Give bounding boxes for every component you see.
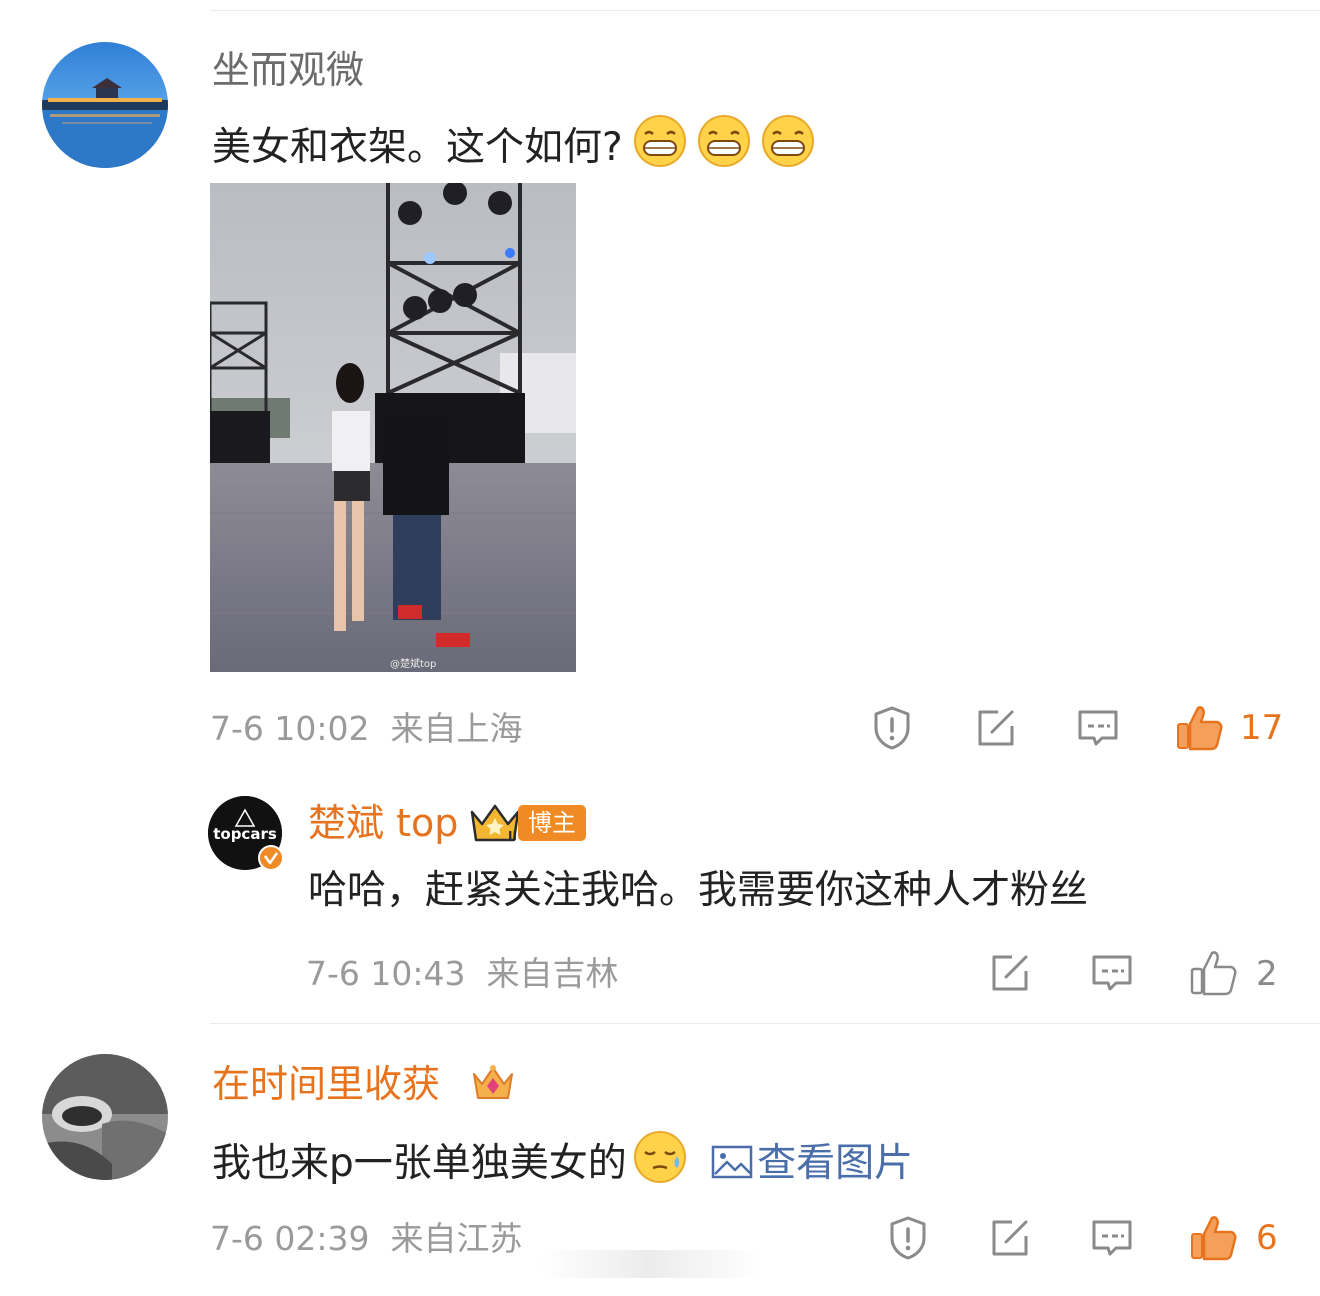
avatar-bw-photo <box>42 1054 168 1180</box>
username[interactable]: 楚斌 top <box>308 801 458 845</box>
comment-divider <box>210 1023 1320 1024</box>
sweat-emoji <box>633 1130 687 1184</box>
comment-text-content: 美女和衣架。这个如何? <box>212 125 623 170</box>
comment-time: 7-6 02:39 <box>210 1219 370 1258</box>
blogger-badge: 博主 <box>518 805 586 841</box>
like-count: 6 <box>1256 1218 1278 1258</box>
like-icon-active[interactable] <box>1188 1212 1240 1264</box>
image-watermark: @楚斌top <box>390 657 436 670</box>
grin-emoji <box>633 114 687 168</box>
repost-icon[interactable] <box>972 704 1020 752</box>
verified-icon <box>258 845 284 871</box>
reply-meta: 7-6 10:43 来自吉林 <box>306 954 618 994</box>
comment-icon[interactable] <box>1074 704 1122 752</box>
avatar-night-lake-image <box>42 42 168 168</box>
watermark-bar <box>540 1250 760 1278</box>
reply-text: 哈哈，赶紧关注我哈。我需要你这种人才粉丝 <box>308 868 1089 913</box>
comment-text: 我也来p一张单独美女的 查看图片 <box>212 1130 913 1187</box>
reply-location: 来自吉林 <box>486 954 619 993</box>
comment-time: 7-6 10:02 <box>210 709 370 748</box>
avatar-logo-text: topcars <box>213 825 277 843</box>
image-icon <box>711 1144 753 1180</box>
report-icon[interactable] <box>868 704 916 752</box>
fan-crown-icon <box>470 1060 516 1104</box>
comment-text-content: 我也来p一张单独美女的 <box>212 1141 627 1186</box>
comment-location: 来自上海 <box>390 709 523 748</box>
like-count: 17 <box>1240 708 1284 748</box>
avatar[interactable] <box>42 42 168 168</box>
crown-icon: II <box>468 800 522 844</box>
grin-emoji <box>761 114 815 168</box>
username[interactable]: 在时间里收获 <box>212 1062 440 1106</box>
repost-icon[interactable] <box>986 1214 1034 1262</box>
grin-emoji <box>697 114 751 168</box>
comment-image[interactable]: @楚斌top <box>210 183 576 672</box>
photo-stage-scene: @楚斌top <box>210 183 576 672</box>
top-divider <box>210 10 1320 11</box>
like-icon-active[interactable] <box>1174 702 1226 754</box>
like-count: 2 <box>1256 954 1278 994</box>
like-icon[interactable] <box>1188 947 1240 999</box>
comment-icon[interactable] <box>1088 949 1136 997</box>
comment-meta: 7-6 02:39 来自江苏 <box>210 1219 522 1259</box>
comment-meta: 7-6 10:02 来自上海 <box>210 709 522 749</box>
comment-icon[interactable] <box>1088 1214 1136 1262</box>
reply-time: 7-6 10:43 <box>306 954 466 993</box>
repost-icon[interactable] <box>986 949 1034 997</box>
view-image-link[interactable]: 查看图片 <box>711 1141 913 1186</box>
comment-text: 美女和衣架。这个如何? <box>212 114 815 171</box>
username[interactable]: 坐而观微 <box>212 48 364 92</box>
view-image-label: 查看图片 <box>757 1141 914 1186</box>
avatar[interactable] <box>42 1054 168 1180</box>
report-icon[interactable] <box>884 1214 932 1262</box>
comment-location: 来自江苏 <box>390 1219 523 1258</box>
svg-text:II: II <box>508 829 517 843</box>
